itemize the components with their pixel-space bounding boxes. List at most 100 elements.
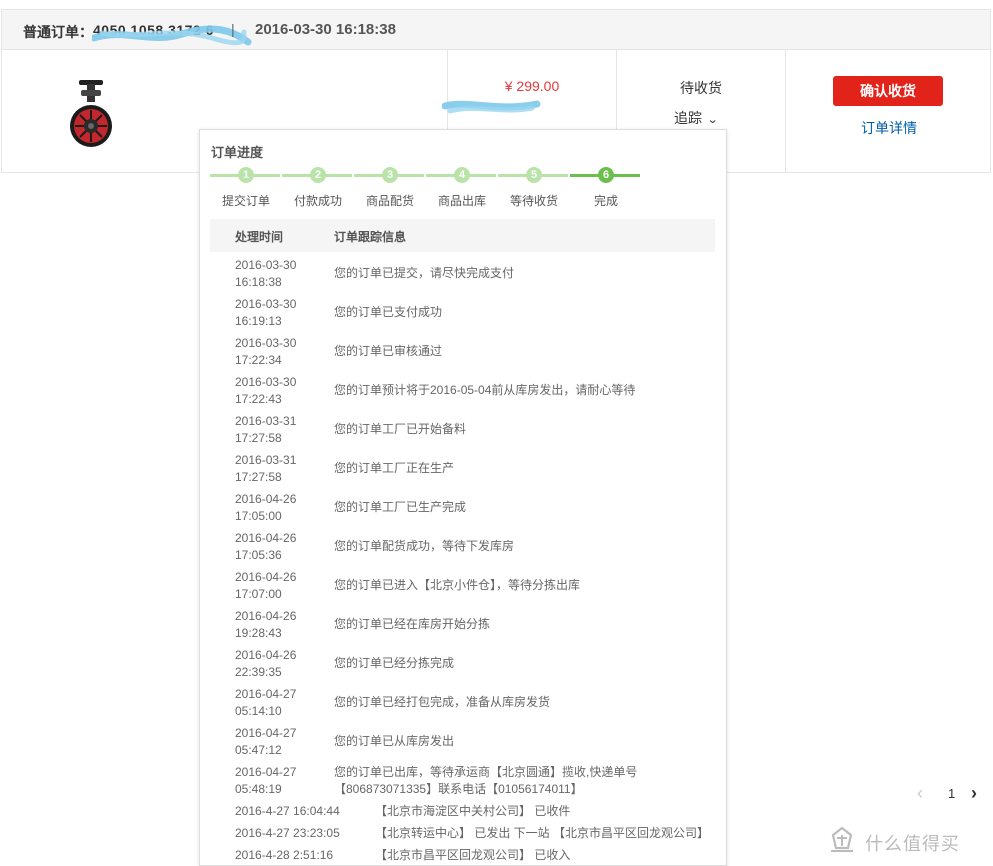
log-info: 【北京市海淀区中关村公司】 已收件: [375, 804, 571, 818]
confirm-receipt-button[interactable]: 确认收货: [833, 76, 943, 106]
step-number: 2: [310, 167, 326, 183]
progress-steps: 1 提交订单 2 付款成功 3 商品配货 4 商品出库 5 等待收货 6 完成: [210, 167, 642, 217]
log-info: 您的订单已经分拣完成: [334, 656, 455, 670]
log-time: 17:27:58: [235, 431, 282, 445]
step-number: 5: [526, 167, 542, 183]
progress-step: 1 提交订单: [210, 167, 282, 217]
chevron-down-icon: ⌄: [706, 114, 719, 126]
log-datetime: 2016-03-30 17:22:34: [235, 335, 315, 369]
step-label: 等待收货: [509, 194, 558, 208]
pagination: ‹ 1 ›: [917, 782, 989, 804]
step-number: 6: [598, 167, 614, 183]
step-label: 商品出库: [437, 194, 486, 208]
log-date: 2016-04-26: [235, 531, 297, 545]
log-info: 您的订单已提交，请尽快完成支付: [334, 266, 515, 280]
log-date: 2016-04-26: [235, 609, 297, 623]
log-info: 您的订单已经在库房开始分拣: [334, 617, 491, 631]
step-number: 4: [454, 167, 470, 183]
log-date: 2016-03-30: [235, 258, 297, 272]
log-time: 17:05:36: [235, 548, 282, 562]
order-header: 普通订单： 4050 1058 3172 6 | 2016-03-30 16:1…: [2, 10, 990, 50]
order-tracking-popup: 订单进度 1 提交订单 2 付款成功 3 商品配货 4 商品出库 5 等待收货: [199, 129, 727, 866]
order-number: 4050 1058 3172 6: [93, 22, 214, 38]
progress-step: 4 商品出库: [426, 167, 498, 217]
log-datetime: 2016-04-26 17:05:00: [235, 491, 315, 525]
watermark: 什么值得买: [827, 826, 992, 856]
log-time: 22:39:35: [235, 665, 282, 679]
log-datetime: 2016-04-26 19:28:43: [235, 608, 315, 642]
log-datetime: 2016-03-30 17:22:43: [235, 374, 315, 408]
log-date: 2016-03-30: [235, 375, 297, 389]
track-label: 追踪: [674, 110, 702, 126]
chevron-left-icon[interactable]: ‹: [917, 783, 923, 804]
product-image[interactable]: [68, 80, 114, 152]
log-info: 您的订单工厂已生产完成: [334, 500, 467, 514]
log-info: 【北京转运中心】 已发出 下一站 【北京市昌平区回龙观公司】: [375, 826, 710, 840]
header-time: 处理时间: [235, 230, 284, 244]
log-datetime: 2016-04-27 05:47:12: [235, 725, 315, 759]
popup-title: 订单进度: [211, 145, 264, 160]
chevron-right-icon[interactable]: ›: [971, 783, 977, 804]
log-time: 16:19:13: [235, 314, 282, 328]
log-info: 您的订单已审核通过: [334, 344, 443, 358]
log-datetime: 2016-04-27 05:14:10: [235, 686, 315, 720]
actions-cell: 确认收货 订单详情: [786, 50, 992, 173]
page-number-1[interactable]: 1: [948, 786, 955, 801]
log-datetime: 2016-03-31 17:27:58: [235, 413, 315, 447]
order-type-label: 普通订单：: [23, 24, 93, 40]
log-info: 您的订单已进入【北京小件仓】，等待分拣出库: [334, 578, 581, 592]
progress-step: 2 付款成功: [282, 167, 354, 217]
log-date: 2016-04-26: [235, 570, 297, 584]
order-date: 2016-03-30 16:18:38: [255, 21, 396, 38]
log-time: 17:05:00: [235, 509, 282, 523]
log-datetime: 2016-4-28 2:51:16: [235, 848, 334, 862]
log-datetime: 2016-03-31 17:27:58: [235, 452, 315, 486]
log-date: 2016-03-30: [235, 336, 297, 350]
step-label: 完成: [593, 194, 618, 208]
step-label: 商品配货: [365, 194, 414, 208]
step-label: 提交订单: [221, 194, 270, 208]
log-info: 您的订单工厂正在生产: [334, 461, 455, 475]
log-info: 【北京市昌平区回龙观公司】 已收入: [375, 848, 571, 862]
log-time: 17:22:34: [235, 353, 282, 367]
tracking-table-header: 处理时间 订单跟踪信息: [210, 219, 715, 252]
log-datetime: 2016-03-30 16:19:13: [235, 296, 315, 330]
log-info: 您的订单已从库房发出: [334, 734, 455, 748]
log-time: 19:28:43: [235, 626, 282, 640]
log-datetime: 2016-04-26 17:05:36: [235, 530, 315, 564]
log-date: 2016-03-30: [235, 297, 297, 311]
log-datetime: 2016-03-30 16:18:38: [235, 257, 315, 291]
progress-step: 3 商品配货: [354, 167, 426, 217]
order-header-separator: |: [231, 21, 235, 37]
log-time: 05:14:10: [235, 704, 282, 718]
log-datetime: 2016-04-26 22:39:35: [235, 647, 315, 681]
smzdm-logo-icon: [831, 826, 853, 852]
order-status: 待收货: [680, 80, 722, 96]
log-info: 您的订单配货成功，等待下发库房: [334, 539, 515, 553]
log-info: 您的订单工厂已开始备料: [334, 422, 467, 436]
progress-step: 5 等待收货: [498, 167, 570, 217]
log-time: 16:18:38: [235, 275, 282, 289]
log-time: 05:48:19: [235, 782, 282, 796]
header-info: 订单跟踪信息: [334, 230, 407, 244]
log-info: 您的订单预计将于2016-05-04前从库房发出，请耐心等待: [334, 383, 636, 397]
log-date: 2016-04-26: [235, 648, 297, 662]
step-label: 付款成功: [293, 194, 342, 208]
log-datetime: 2016-04-27 05:48:19: [235, 764, 315, 798]
log-date: 2016-04-27: [235, 687, 297, 701]
log-datetime: 2016-4-27 16:04:44: [235, 804, 340, 818]
order-detail-link[interactable]: 订单详情: [786, 118, 992, 138]
order-price: ¥ 299.00: [504, 78, 560, 94]
log-time: 17:27:58: [235, 470, 282, 484]
log-info: 您的订单已经打包完成，准备从库房发货: [334, 695, 551, 709]
progress-step-current: 6 完成: [570, 167, 642, 217]
log-info: 您的订单已支付成功: [334, 305, 443, 319]
log-info: 您的订单已出库，等待承运商【北京圆通】揽收,快递单号【806873071335】…: [334, 765, 638, 796]
log-date: 2016-04-27: [235, 765, 297, 779]
log-datetime: 2016-4-27 23:23:05: [235, 826, 340, 840]
log-date: 2016-04-27: [235, 726, 297, 740]
log-time: 05:47:12: [235, 743, 282, 757]
track-order-link[interactable]: 追踪 ⌄: [674, 108, 719, 128]
watermark-text: 什么值得买: [865, 834, 960, 854]
step-number: 1: [238, 167, 254, 183]
